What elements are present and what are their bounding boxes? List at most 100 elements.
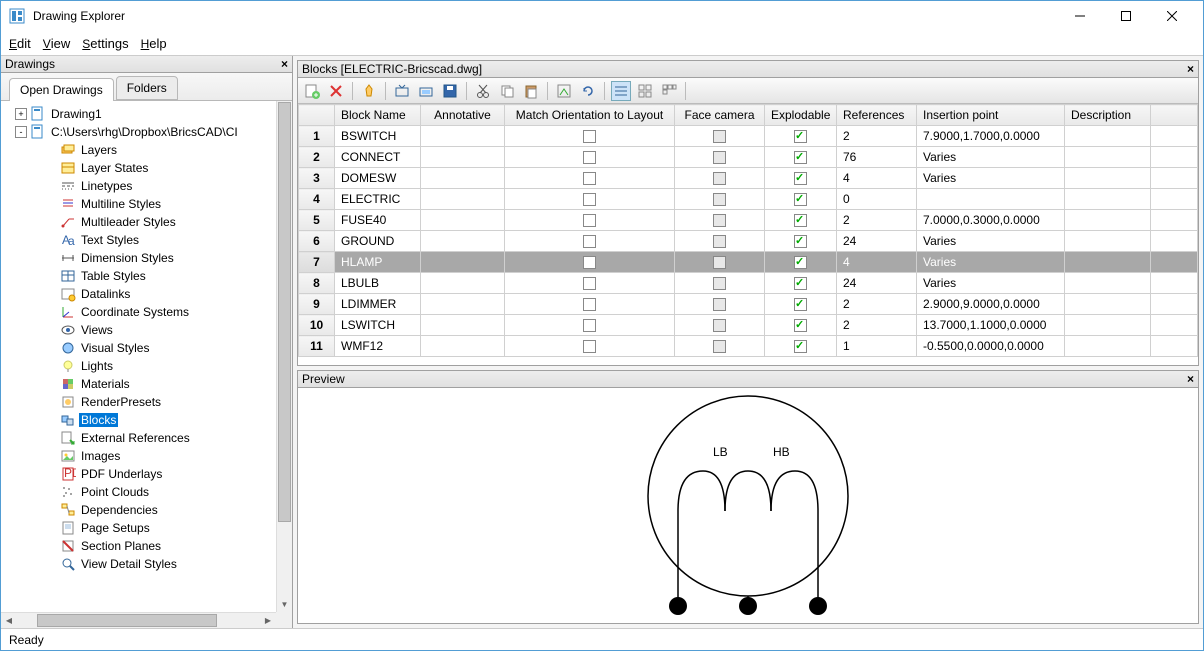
scroll-left-icon[interactable]: ◀ xyxy=(1,613,17,628)
cell-block-name[interactable]: GROUND xyxy=(335,231,421,252)
cell-description[interactable] xyxy=(1065,231,1151,252)
scroll-thumb-h[interactable] xyxy=(37,614,217,627)
cell-annotative[interactable] xyxy=(421,252,505,273)
checkbox-icon[interactable] xyxy=(583,130,596,143)
checkbox-checked-icon[interactable] xyxy=(794,130,807,143)
tree-item[interactable]: Visual Styles xyxy=(5,339,276,357)
cell-block-name[interactable]: DOMESW xyxy=(335,168,421,189)
cell-references[interactable]: 76 xyxy=(837,147,917,168)
cell-insertion-point[interactable]: Varies xyxy=(917,147,1065,168)
menu-view[interactable]: View xyxy=(43,36,71,51)
cell-annotative[interactable] xyxy=(421,273,505,294)
row-number[interactable]: 1 xyxy=(299,126,335,147)
table-row[interactable]: 7HLAMP4Varies xyxy=(299,252,1198,273)
preview-panel-close-icon[interactable]: × xyxy=(1187,372,1194,386)
checkbox-icon[interactable] xyxy=(713,172,726,185)
maximize-button[interactable] xyxy=(1103,1,1149,31)
checkbox-checked-icon[interactable] xyxy=(794,151,807,164)
cell-annotative[interactable] xyxy=(421,126,505,147)
options-icon[interactable] xyxy=(554,81,574,101)
tree-item[interactable]: Section Planes xyxy=(5,537,276,555)
scroll-thumb[interactable] xyxy=(278,102,291,522)
new-icon[interactable] xyxy=(302,81,322,101)
checkbox-icon[interactable] xyxy=(583,277,596,290)
cell-match-orient[interactable] xyxy=(505,126,675,147)
tree-item[interactable]: AaText Styles xyxy=(5,231,276,249)
tree-item[interactable]: RenderPresets xyxy=(5,393,276,411)
tree-item[interactable]: Multiline Styles xyxy=(5,195,276,213)
cell-match-orient[interactable] xyxy=(505,147,675,168)
column-header[interactable]: Face camera xyxy=(675,105,765,126)
checkbox-icon[interactable] xyxy=(583,298,596,311)
checkbox-checked-icon[interactable] xyxy=(794,319,807,332)
menu-edit[interactable]: Edit xyxy=(9,36,31,51)
blocks-table[interactable]: Block NameAnnotativeMatch Orientation to… xyxy=(298,104,1198,357)
tab-open-drawings[interactable]: Open Drawings xyxy=(9,78,114,101)
cell-references[interactable]: 4 xyxy=(837,252,917,273)
checkbox-checked-icon[interactable] xyxy=(794,277,807,290)
column-header[interactable]: Description xyxy=(1065,105,1151,126)
cell-match-orient[interactable] xyxy=(505,336,675,357)
column-header[interactable]: Explodable xyxy=(765,105,837,126)
cell-references[interactable]: 24 xyxy=(837,231,917,252)
cell-annotative[interactable] xyxy=(421,147,505,168)
cell-match-orient[interactable] xyxy=(505,189,675,210)
cell-face-camera[interactable] xyxy=(675,273,765,294)
checkbox-icon[interactable] xyxy=(713,256,726,269)
checkbox-icon[interactable] xyxy=(583,256,596,269)
cell-description[interactable] xyxy=(1065,126,1151,147)
tree-item[interactable]: PDFPDF Underlays xyxy=(5,465,276,483)
checkbox-checked-icon[interactable] xyxy=(794,214,807,227)
table-row[interactable]: 2CONNECT76Varies xyxy=(299,147,1198,168)
copy-icon[interactable] xyxy=(497,81,517,101)
cell-references[interactable]: 2 xyxy=(837,210,917,231)
tree-item[interactable]: -C:\Users\rhg\Dropbox\BricsCAD\CI xyxy=(5,123,276,141)
column-header[interactable]: Annotative xyxy=(421,105,505,126)
checkbox-icon[interactable] xyxy=(583,193,596,206)
save-block-icon[interactable] xyxy=(440,81,460,101)
cell-match-orient[interactable] xyxy=(505,294,675,315)
checkbox-icon[interactable] xyxy=(583,172,596,185)
cut-icon[interactable] xyxy=(473,81,493,101)
table-row[interactable]: 1BSWITCH27.9000,1.7000,0.0000 xyxy=(299,126,1198,147)
tree-item[interactable]: Multileader Styles xyxy=(5,213,276,231)
cell-insertion-point[interactable]: 13.7000,1.1000,0.0000 xyxy=(917,315,1065,336)
tree-expander-icon[interactable]: - xyxy=(15,126,27,138)
cell-face-camera[interactable] xyxy=(675,189,765,210)
cell-insertion-point[interactable]: Varies xyxy=(917,252,1065,273)
cell-block-name[interactable]: LDIMMER xyxy=(335,294,421,315)
cell-references[interactable]: 2 xyxy=(837,126,917,147)
cell-references[interactable]: 2 xyxy=(837,294,917,315)
cell-match-orient[interactable] xyxy=(505,273,675,294)
cell-explodable[interactable] xyxy=(765,168,837,189)
cell-insertion-point[interactable] xyxy=(917,189,1065,210)
checkbox-icon[interactable] xyxy=(713,298,726,311)
scroll-down-icon[interactable]: ▼ xyxy=(277,596,292,612)
insert-icon[interactable] xyxy=(392,81,412,101)
cell-description[interactable] xyxy=(1065,189,1151,210)
tree-item[interactable]: External References xyxy=(5,429,276,447)
cell-face-camera[interactable] xyxy=(675,231,765,252)
checkbox-icon[interactable] xyxy=(583,340,596,353)
tree-item[interactable]: Coordinate Systems xyxy=(5,303,276,321)
row-number[interactable]: 11 xyxy=(299,336,335,357)
cell-match-orient[interactable] xyxy=(505,168,675,189)
cell-block-name[interactable]: HLAMP xyxy=(335,252,421,273)
cell-block-name[interactable]: WMF12 xyxy=(335,336,421,357)
cell-block-name[interactable]: BSWITCH xyxy=(335,126,421,147)
cell-insertion-point[interactable]: Varies xyxy=(917,273,1065,294)
checkbox-icon[interactable] xyxy=(583,214,596,227)
checkbox-icon[interactable] xyxy=(583,319,596,332)
tree-item[interactable]: Layers xyxy=(5,141,276,159)
table-row[interactable]: 6GROUND24Varies xyxy=(299,231,1198,252)
cell-insertion-point[interactable]: -0.5500,0.0000,0.0000 xyxy=(917,336,1065,357)
row-number[interactable]: 4 xyxy=(299,189,335,210)
cell-explodable[interactable] xyxy=(765,252,837,273)
checkbox-checked-icon[interactable] xyxy=(794,172,807,185)
table-row[interactable]: 8LBULB24Varies xyxy=(299,273,1198,294)
delete-icon[interactable] xyxy=(326,81,346,101)
checkbox-icon[interactable] xyxy=(713,340,726,353)
table-row[interactable]: 10LSWITCH213.7000,1.1000,0.0000 xyxy=(299,315,1198,336)
view-large-icon[interactable] xyxy=(659,81,679,101)
view-icons-icon[interactable] xyxy=(635,81,655,101)
